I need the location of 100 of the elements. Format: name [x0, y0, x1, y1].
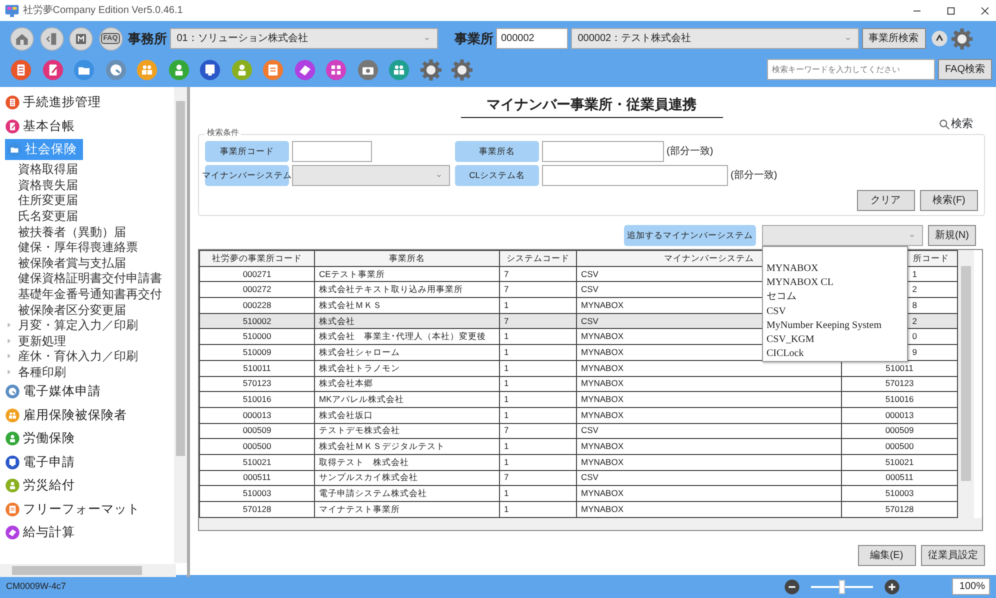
- column-header[interactable]: システムコード: [500, 250, 576, 266]
- expand-icon[interactable]: [5, 368, 13, 376]
- scrollbar[interactable]: [0, 564, 176, 577]
- sidebar-item[interactable]: 基本台帳: [5, 116, 75, 136]
- gear-icon[interactable]: [950, 28, 973, 50]
- grid-icon[interactable]: [325, 58, 347, 80]
- table-cell: 000228: [200, 298, 314, 314]
- sidebar-item[interactable]: 給与計算: [5, 523, 75, 542]
- table-cell: マイナテスト事業所: [314, 502, 500, 518]
- edit-icon[interactable]: [42, 58, 64, 80]
- action-button[interactable]: クリア: [856, 190, 914, 211]
- action-button[interactable]: 編集(E): [858, 544, 916, 566]
- table-cell: 1: [500, 438, 576, 454]
- column-header[interactable]: 事業所名: [314, 250, 500, 266]
- scrollbar[interactable]: [199, 518, 982, 530]
- office-select[interactable]: 01：ソリューション株式会社: [170, 28, 438, 49]
- expand-icon[interactable]: [5, 321, 13, 330]
- sidebar-item[interactable]: 月変・算定入力／印刷: [18, 316, 138, 334]
- table-cell: 1: [500, 454, 576, 470]
- edit-icon[interactable]: [5, 118, 20, 134]
- people-icon[interactable]: [388, 58, 410, 80]
- search-field[interactable]: 検索キーワードを入力してください: [767, 59, 936, 80]
- icon-button[interactable]: [40, 26, 64, 50]
- action-button[interactable]: 従業員設定: [921, 544, 985, 566]
- sidebar-item[interactable]: 被保険者賞与支払届: [18, 254, 126, 272]
- scrollbar-thumb[interactable]: [961, 266, 971, 481]
- sidebar-item[interactable]: 氏名変更届: [18, 207, 78, 226]
- sidebar-item[interactable]: 労災給付: [5, 476, 75, 495]
- table-cell: 510021: [200, 454, 314, 470]
- input-field[interactable]: [542, 165, 728, 186]
- faq-search-button[interactable]: FAQ検索: [938, 59, 992, 80]
- sidebar-item[interactable]: 手続進捗管理: [5, 93, 101, 112]
- table-cell: 取得テスト 株式会社: [314, 454, 500, 470]
- sidebar-item[interactable]: 各種印刷: [18, 363, 66, 382]
- people-icon[interactable]: [5, 408, 20, 423]
- gear-icon[interactable]: [451, 58, 473, 80]
- scrollbar[interactable]: [958, 250, 974, 518]
- list-icon[interactable]: [5, 502, 20, 517]
- sidebar-item[interactable]: 雇用保険被保険者: [5, 406, 127, 424]
- list-icon[interactable]: [262, 58, 284, 80]
- sidebar-item[interactable]: 産休・育休入力／印刷: [18, 347, 138, 366]
- zoom-field[interactable]: 100%: [952, 578, 990, 595]
- column-header[interactable]: 社労夢の事業所コード: [200, 250, 314, 266]
- table-cell: 株式会社シャローム: [314, 344, 500, 360]
- site-search-button[interactable]: 事業所検索: [862, 28, 926, 49]
- table-cell: 510011: [200, 360, 314, 376]
- scrollbar-thumb[interactable]: [12, 566, 142, 575]
- site-select[interactable]: 000002：テスト株式会社: [570, 28, 859, 49]
- person-icon[interactable]: [5, 431, 20, 446]
- people-icon[interactable]: [136, 58, 158, 80]
- zoom-out-icon[interactable]: [784, 578, 800, 594]
- monitor-icon[interactable]: [5, 454, 20, 470]
- clock-icon[interactable]: [104, 58, 126, 80]
- person-icon[interactable]: [230, 58, 252, 80]
- sidebar-item[interactable]: 健保・厚年得喪連絡票: [18, 238, 138, 256]
- sidebar-item[interactable]: 電子媒体申請: [5, 382, 101, 401]
- expand-icon[interactable]: [5, 336, 13, 345]
- icon-button[interactable]: [69, 26, 93, 50]
- input-field[interactable]: [542, 141, 664, 162]
- zoom-in-icon[interactable]: [884, 578, 900, 594]
- folder-icon[interactable]: [7, 142, 22, 158]
- table-cell: 1: [500, 298, 576, 314]
- sidebar-item[interactable]: 基礎年金番号通知書再交付: [18, 285, 162, 304]
- collapse-icon[interactable]: [931, 30, 948, 47]
- sidebar-item[interactable]: 被扶養者（異動）届: [18, 222, 126, 241]
- table-cell: 000271: [200, 266, 314, 282]
- clock-icon[interactable]: [5, 384, 20, 400]
- camera-icon[interactable]: [356, 58, 378, 80]
- sidebar-item[interactable]: 住所変更届: [18, 191, 78, 210]
- monitor-icon[interactable]: [199, 58, 221, 80]
- zoom-slider-thumb[interactable]: [839, 580, 845, 594]
- table-cell: MYNABOX: [576, 438, 842, 454]
- form-icon[interactable]: [10, 58, 32, 80]
- sidebar-item[interactable]: 被保険者区分変更届: [18, 300, 126, 319]
- table-cell: 1: [500, 344, 576, 360]
- person-icon[interactable]: [5, 478, 20, 494]
- sidebar-item[interactable]: 更新処理: [18, 332, 66, 350]
- ticket-icon[interactable]: [5, 525, 20, 540]
- select-field[interactable]: [762, 225, 922, 246]
- search-link[interactable]: 検索: [938, 116, 973, 132]
- sidebar-item[interactable]: 健保資格証明書交付申請書: [18, 269, 162, 288]
- input-field[interactable]: [292, 141, 372, 162]
- person-icon[interactable]: [168, 58, 190, 80]
- new-button[interactable]: 新規(N): [928, 225, 976, 246]
- icon-button[interactable]: [10, 26, 34, 50]
- sidebar-item[interactable]: 資格喪失届: [18, 176, 78, 194]
- sidebar-item[interactable]: 労働保険: [5, 429, 75, 448]
- sidebar-item[interactable]: フリーフォーマット: [5, 500, 140, 518]
- gear-icon[interactable]: [420, 58, 442, 80]
- scrollbar-thumb[interactable]: [176, 101, 185, 456]
- form-icon[interactable]: [5, 95, 20, 110]
- sidebar-item[interactable]: 電子申請: [5, 452, 75, 472]
- folder-icon[interactable]: [73, 58, 95, 80]
- ticket-icon[interactable]: [294, 58, 316, 80]
- select-field[interactable]: [292, 165, 450, 186]
- action-button[interactable]: 検索(F): [920, 190, 978, 211]
- expand-icon[interactable]: [5, 352, 13, 360]
- sidebar-item[interactable]: 資格取得届: [18, 160, 78, 178]
- scrollbar[interactable]: [174, 87, 187, 563]
- site-code-field[interactable]: 000002: [496, 28, 568, 49]
